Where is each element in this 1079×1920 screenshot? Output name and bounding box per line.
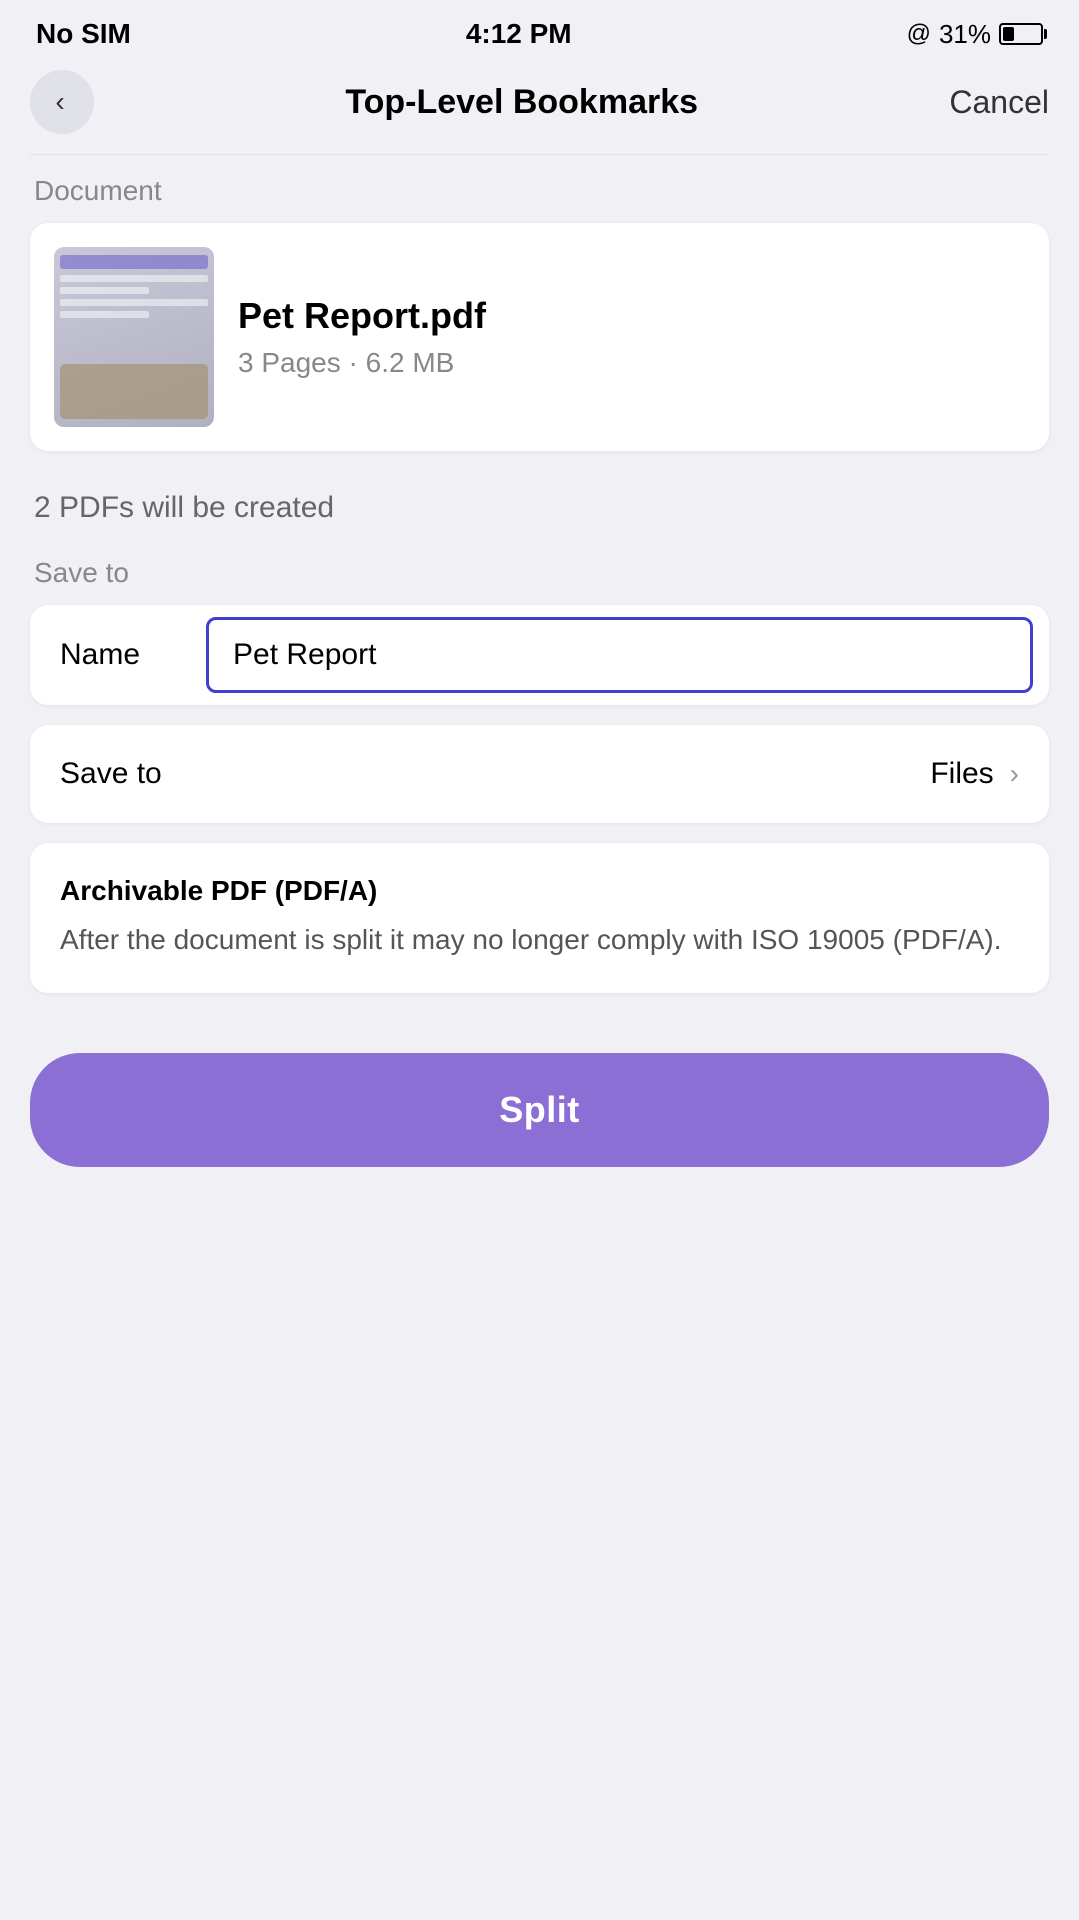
- time-label: 4:12 PM: [466, 18, 572, 50]
- doc-size: 6.2 MB: [366, 347, 455, 378]
- status-bar: No SIM 4:12 PM @ 31%: [0, 0, 1079, 60]
- name-label: Name: [30, 606, 190, 704]
- doc-meta: 3 Pages · 6.2 MB: [238, 347, 1025, 379]
- nav-title: Top-Level Bookmarks: [345, 83, 698, 122]
- pdf-count-info: 2 PDFs will be created: [30, 491, 1049, 525]
- document-section-label: Document: [30, 175, 1049, 207]
- save-section-label: Save to: [30, 557, 1049, 589]
- status-right: @ 31%: [907, 19, 1043, 50]
- warning-title: Archivable PDF (PDF/A): [60, 875, 1019, 907]
- save-to-files-row[interactable]: Save to Files ›: [30, 725, 1049, 823]
- split-button[interactable]: Split: [30, 1053, 1049, 1167]
- doc-info: Pet Report.pdf 3 Pages · 6.2 MB: [238, 295, 1025, 379]
- document-card: Pet Report.pdf 3 Pages · 6.2 MB: [30, 223, 1049, 451]
- warning-box: Archivable PDF (PDF/A) After the documen…: [30, 843, 1049, 993]
- doc-pages: 3 Pages: [238, 347, 341, 378]
- save-to-right: Files ›: [930, 757, 1019, 791]
- lock-icon: @: [907, 20, 931, 48]
- chevron-right-icon: ›: [1010, 758, 1019, 790]
- carrier-label: No SIM: [36, 18, 131, 50]
- battery-icon: [999, 23, 1043, 45]
- doc-thumbnail: [54, 247, 214, 427]
- warning-text: After the document is split it may no lo…: [60, 919, 1019, 961]
- battery-percent: 31%: [939, 19, 991, 50]
- name-input[interactable]: [206, 617, 1033, 693]
- nav-bar: ‹ Top-Level Bookmarks Cancel: [0, 60, 1079, 154]
- cancel-button[interactable]: Cancel: [949, 84, 1049, 121]
- doc-separator: ·: [349, 347, 358, 378]
- content-area: Document Pet Report.pdf 3 Pages · 6.2 MB: [0, 155, 1079, 1187]
- name-input-wrapper: [190, 605, 1049, 705]
- save-to-value: Files: [930, 757, 993, 791]
- back-button[interactable]: ‹: [30, 70, 94, 134]
- back-chevron-icon: ‹: [55, 86, 64, 118]
- doc-filename: Pet Report.pdf: [238, 295, 1025, 337]
- name-row: Name: [30, 605, 1049, 705]
- save-to-label: Save to: [60, 757, 162, 791]
